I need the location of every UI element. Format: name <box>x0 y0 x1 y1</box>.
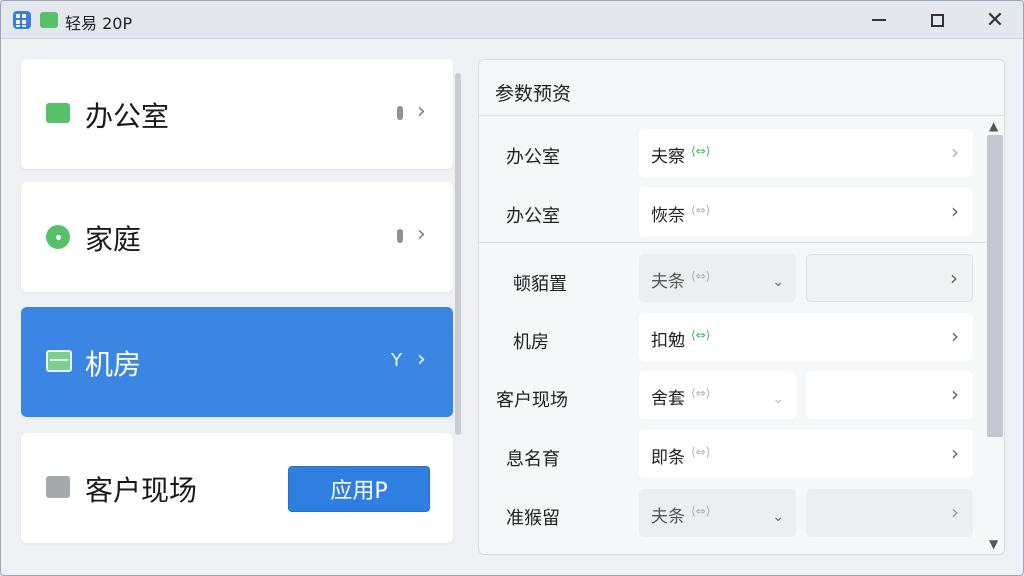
row-value-select[interactable]: 即条 ⟨⇔⟩ › <box>639 430 973 478</box>
chevron-right-icon: › <box>951 500 959 524</box>
scroll-down-icon[interactable]: ▼ <box>989 537 998 551</box>
chevron-right-icon: › <box>417 222 426 247</box>
sidebar-item-label: 办公室 <box>85 100 170 133</box>
chevron-right-icon: › <box>951 324 959 348</box>
gray-square-icon <box>46 476 70 498</box>
chevron-right-icon: › <box>417 347 426 372</box>
row-value: 夫条 <box>651 272 685 292</box>
window-title: 轻易 20P <box>65 14 133 33</box>
row-label: 息名育 <box>506 449 560 470</box>
status-green-icon <box>40 12 58 28</box>
chevron-right-icon: › <box>417 99 426 124</box>
link-inactive-icon: ⟨⇔⟩ <box>691 203 711 217</box>
chevron-right-icon: › <box>951 199 959 223</box>
app-grid-icon <box>13 11 31 29</box>
sidebar-item-label: 客户现场 <box>85 474 198 507</box>
row-label: 办公室 <box>506 206 560 227</box>
chevron-right-icon: › <box>951 382 959 406</box>
link-active-icon: ⟨⇔⟩ <box>691 144 711 158</box>
chevron-right-icon: › <box>950 266 958 290</box>
network-fork-icon: Y <box>391 350 402 371</box>
apply-button[interactable]: 应用P <box>288 466 430 512</box>
app-window: 轻易 20P ✕ 办公室 › 家庭 › 机房 Y › 客户现场 应用P 参数预资 <box>0 0 1024 576</box>
minimize-button[interactable] <box>859 5 899 35</box>
row-value: 舍套 <box>651 389 685 409</box>
sidebar-item-home[interactable]: 家庭 › <box>21 182 453 292</box>
status-pill-icon <box>397 229 403 243</box>
link-inactive-icon: ⟨⇔⟩ <box>691 445 711 459</box>
close-icon: ✕ <box>985 7 1005 33</box>
sidebar-item-office[interactable]: 办公室 › <box>21 59 453 169</box>
chevron-down-icon: ⌄ <box>772 391 784 407</box>
row-value-dropdown[interactable]: 夫条 ⟨⇔⟩ ⌄ <box>639 254 796 302</box>
sidebar-item-label: 家庭 <box>85 223 142 256</box>
row-label: 办公室 <box>506 147 560 168</box>
row-label: 准猴留 <box>506 508 560 529</box>
row-label: 机房 <box>513 332 549 353</box>
link-inactive-icon: ⟨⇔⟩ <box>691 504 711 518</box>
row-value: 夫察 <box>651 147 685 167</box>
row-value-select[interactable]: 夫察 ⟨⇔⟩ › <box>639 129 973 177</box>
chevron-down-icon: ⌄ <box>772 509 784 525</box>
scroll-up-icon[interactable]: ▲ <box>989 119 998 133</box>
chevron-down-icon: ⌄ <box>772 274 784 290</box>
panel-scrollbar[interactable]: ▲ ▼ <box>986 119 1004 555</box>
row-value: 夫条 <box>651 507 685 527</box>
row-label: 顿貊置 <box>513 274 567 295</box>
row-value-dropdown[interactable]: 舍套 ⟨⇔⟩ ⌄ <box>639 371 796 419</box>
row-value-select[interactable]: 恢奈 ⟨⇔⟩ › <box>639 188 973 236</box>
link-inactive-icon: ⟨⇔⟩ <box>691 269 711 283</box>
maximize-button[interactable] <box>917 5 957 35</box>
row-extra-field[interactable]: › <box>806 254 973 302</box>
section-divider <box>479 242 986 243</box>
row-value-select[interactable]: 扣勉 ⟨⇔⟩ › <box>639 313 973 361</box>
row-value: 恢奈 <box>651 206 685 226</box>
sidebar-item-label: 机房 <box>85 348 142 381</box>
close-button[interactable]: ✕ <box>975 5 1015 35</box>
row-extra-field[interactable]: › <box>806 489 973 537</box>
chevron-right-icon: › <box>951 441 959 465</box>
sidebar-item-server-room[interactable]: 机房 Y › <box>21 307 453 417</box>
green-dot-icon <box>46 225 70 249</box>
sidebar-scrollbar[interactable] <box>455 73 461 435</box>
link-inactive-icon: ⟨⇔⟩ <box>691 386 711 400</box>
link-active-icon: ⟨⇔⟩ <box>691 328 711 342</box>
title-bar[interactable]: 轻易 20P ✕ <box>1 1 1023 39</box>
row-label: 客户现场 <box>496 390 568 411</box>
row-value: 扣勉 <box>651 331 685 351</box>
row-value: 即条 <box>651 448 685 468</box>
row-value-dropdown[interactable]: 夫条 ⟨⇔⟩ ⌄ <box>639 489 796 537</box>
minimize-icon <box>872 19 886 21</box>
panel-title: 参数预资 <box>495 83 572 105</box>
sidebar-item-client-site[interactable]: 客户现场 应用P <box>21 433 453 543</box>
green-square-icon <box>46 103 70 123</box>
scrollbar-thumb[interactable] <box>987 135 1003 437</box>
server-rack-icon <box>46 350 72 372</box>
chevron-right-icon: › <box>951 140 959 164</box>
maximize-icon <box>930 13 944 27</box>
panel-header: 参数预资 <box>479 60 1004 116</box>
row-extra-field[interactable]: › <box>806 371 973 419</box>
status-pill-icon <box>397 106 403 120</box>
